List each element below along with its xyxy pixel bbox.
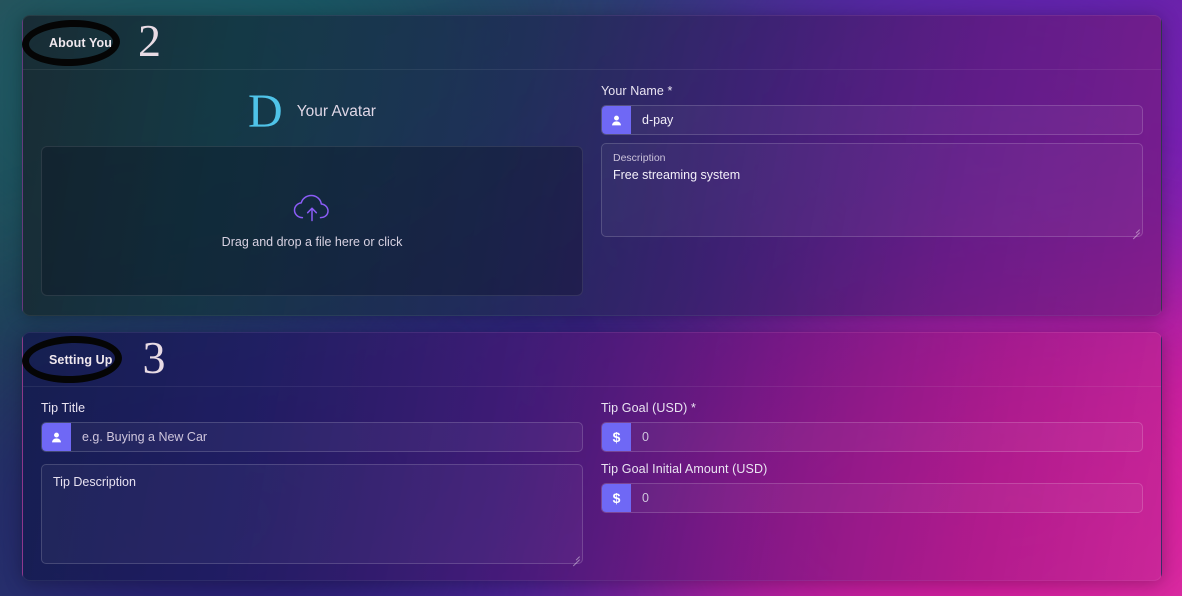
tip-title-input[interactable]: e.g. Buying a New Car	[71, 423, 582, 451]
dollar-icon-prefix: $	[602, 423, 631, 451]
tip-title-input-row[interactable]: e.g. Buying a New Car	[41, 422, 583, 452]
dollar-icon: $	[612, 429, 621, 445]
dollar-icon-prefix: $	[602, 484, 631, 512]
avatar-dropzone[interactable]: Drag and drop a file here or click	[41, 146, 583, 296]
your-name-input[interactable]: d-pay	[631, 106, 1142, 134]
section-card-setting-up: Setting Up 3 Tip Title e.g. Buying a New…	[21, 331, 1162, 581]
step-number-2: 2	[137, 14, 161, 66]
step-number-3: 3	[142, 331, 166, 383]
field-spacer	[601, 452, 1143, 462]
your-name-label: Your Name *	[601, 84, 673, 98]
description-value[interactable]: Free streaming system	[613, 168, 1131, 182]
person-icon-prefix	[602, 106, 631, 134]
step-badge-setting-up: Setting Up	[49, 352, 113, 367]
tip-goal-column: Tip Goal (USD) * $ 0 Tip Goal Initial Am…	[601, 401, 1143, 564]
tip-description-placeholder: Tip Description	[53, 475, 136, 489]
step-badge-about-you: About You	[49, 35, 112, 50]
tip-goal-input[interactable]: 0	[631, 423, 1142, 451]
cloud-upload-icon	[293, 194, 329, 222]
section-body-about-you: D Your Avatar Drag and drop a file here …	[23, 70, 1161, 312]
dropzone-instruction-text: Drag and drop a file here or click	[221, 235, 403, 249]
tip-description-resize-handle[interactable]	[571, 552, 580, 561]
tip-goal-initial-input[interactable]: 0	[631, 484, 1142, 512]
tip-goal-initial-input-row[interactable]: $ 0	[601, 483, 1143, 513]
tip-goal-label: Tip Goal (USD) *	[601, 401, 696, 415]
description-textarea[interactable]: Description Free streaming system	[601, 143, 1143, 237]
description-resize-handle[interactable]	[1131, 225, 1140, 234]
section-body-setting-up: Tip Title e.g. Buying a New Car Tip Desc…	[23, 387, 1161, 580]
section-header-about-you: About You 2	[21, 14, 1161, 70]
person-icon	[52, 432, 61, 442]
person-icon-prefix	[42, 423, 71, 451]
avatar-label: Your Avatar	[296, 103, 376, 120]
section-card-about-you: About You 2 D Your Avatar Drag and drop …	[21, 14, 1162, 316]
person-icon	[612, 115, 621, 125]
avatar-row: D Your Avatar	[41, 84, 583, 140]
tip-description-textarea[interactable]: Tip Description	[41, 464, 583, 564]
your-name-input-row[interactable]: d-pay	[601, 105, 1143, 135]
tip-goal-input-row[interactable]: $ 0	[601, 422, 1143, 452]
section-header-setting-up: Setting Up 3	[21, 331, 1161, 387]
tip-info-column: Tip Title e.g. Buying a New Car Tip Desc…	[41, 401, 583, 564]
dollar-icon: $	[612, 490, 621, 506]
description-caption: Description	[613, 152, 666, 164]
avatar-letter-logo: D	[248, 85, 283, 138]
page-container: About You 2 D Your Avatar Drag and drop …	[0, 0, 1182, 596]
avatar-column: D Your Avatar Drag and drop a file here …	[41, 84, 583, 296]
tip-goal-initial-label: Tip Goal Initial Amount (USD)	[601, 462, 768, 476]
tip-title-label: Tip Title	[41, 401, 86, 415]
about-you-fields-column: Your Name * d-pay Description Free strea…	[601, 84, 1143, 296]
